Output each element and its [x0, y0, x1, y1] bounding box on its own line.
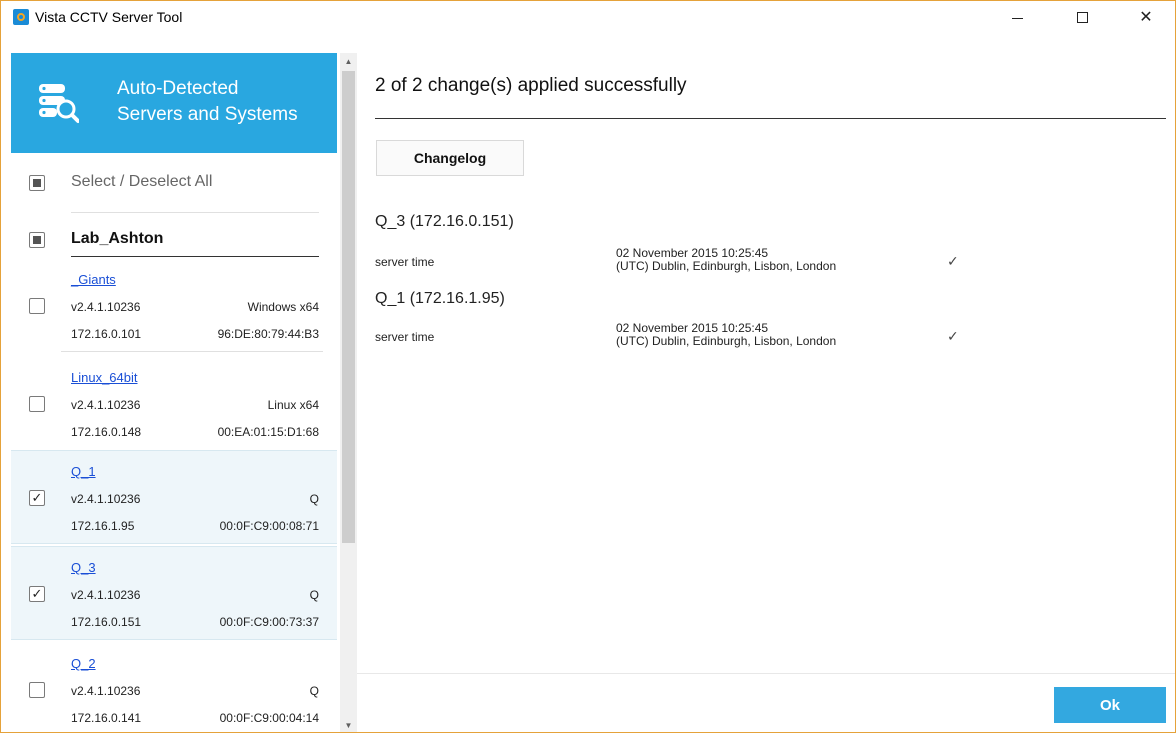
- server-ip: 172.16.0.148: [71, 425, 142, 439]
- server-list-panel: Auto-Detected Servers and Systems Select…: [11, 53, 337, 732]
- sidebar-scrollbar[interactable]: ▲ ▼: [340, 53, 357, 732]
- server-os: Linux x64: [267, 398, 319, 412]
- server-checkbox[interactable]: [29, 682, 45, 698]
- server-name-link[interactable]: Q_3: [71, 560, 96, 575]
- change-server-heading: Q_3 (172.16.0.151): [375, 213, 514, 230]
- server-os: Q: [309, 492, 319, 506]
- server-os: Q: [309, 684, 319, 698]
- server-version: v2.4.1.10236: [71, 300, 141, 314]
- close-button[interactable]: ✕: [1123, 1, 1169, 33]
- server-os: Windows x64: [247, 300, 319, 314]
- server-version: v2.4.1.10236: [71, 398, 141, 412]
- server-checkbox[interactable]: ✓: [29, 586, 45, 602]
- server-ip: 172.16.1.95: [71, 519, 135, 533]
- success-check-icon: ✓: [947, 253, 959, 269]
- close-icon: ✕: [1139, 9, 1153, 26]
- changelog-button[interactable]: Changelog: [376, 140, 524, 176]
- group-divider: [71, 256, 319, 257]
- change-value-timezone: (UTC) Dublin, Edinburgh, Lisbon, London: [616, 334, 837, 348]
- success-check-icon: ✓: [947, 328, 959, 344]
- app-window: Vista CCTV Server Tool ✕ Auto-Detected S…: [0, 0, 1176, 733]
- server-mac: 00:0F:C9:00:73:37: [219, 615, 319, 629]
- panel-header: Auto-Detected Servers and Systems: [11, 53, 337, 153]
- change-value-timezone: (UTC) Dublin, Edinburgh, Lisbon, London: [616, 259, 837, 273]
- server-name-link[interactable]: Q_2: [71, 656, 96, 671]
- checkmark-icon: ✓: [31, 586, 43, 601]
- scroll-down-icon[interactable]: ▼: [340, 717, 357, 732]
- server-item-giants[interactable]: _Giants v2.4.1.10236 Windows x64 172.16.…: [11, 261, 337, 355]
- server-name-link[interactable]: _Giants: [71, 272, 116, 287]
- minimize-icon: [1011, 17, 1023, 19]
- server-checkbox[interactable]: [29, 396, 45, 412]
- server-version: v2.4.1.10236: [71, 588, 141, 602]
- scroll-thumb[interactable]: [342, 71, 355, 543]
- minimize-button[interactable]: [994, 1, 1040, 33]
- change-key: server time: [375, 255, 435, 269]
- server-ip: 172.16.0.101: [71, 327, 142, 341]
- select-all-checkbox[interactable]: [29, 175, 45, 191]
- server-mac: 00:EA:01:15:D1:68: [217, 425, 319, 439]
- server-name-link[interactable]: Linux_64bit: [71, 370, 138, 385]
- divider: [61, 351, 323, 352]
- server-mac: 96:DE:80:79:44:B3: [217, 327, 319, 341]
- server-mac: 00:0F:C9:00:08:71: [219, 519, 319, 533]
- server-item-q2[interactable]: Q_2 v2.4.1.10236 Q 172.16.0.141 00:0F:C9…: [11, 645, 337, 732]
- checkmark-icon: ✓: [31, 490, 43, 505]
- server-item-linux-64bit[interactable]: Linux_64bit v2.4.1.10236 Linux x64 172.1…: [11, 357, 337, 451]
- group-title: Lab_Ashton: [71, 230, 164, 247]
- server-ip: 172.16.0.151: [71, 615, 142, 629]
- group-checkbox[interactable]: [29, 232, 45, 248]
- title-divider: [375, 118, 1166, 119]
- server-search-icon: [39, 84, 79, 123]
- panel-header-title: Auto-Detected Servers and Systems: [117, 76, 298, 128]
- scroll-up-icon[interactable]: ▲: [340, 53, 357, 70]
- server-os: Q: [309, 588, 319, 602]
- change-value: 02 November 2015 10:25:45 (UTC) Dublin, …: [616, 247, 836, 273]
- window-title: Vista CCTV Server Tool: [35, 9, 183, 25]
- server-item-q3[interactable]: Q_3 ✓ v2.4.1.10236 Q 172.16.0.151 00:0F:…: [11, 546, 337, 640]
- server-item-q1[interactable]: Q_1 ✓ v2.4.1.10236 Q 172.16.1.95 00:0F:C…: [11, 450, 337, 544]
- maximize-button[interactable]: [1059, 1, 1105, 33]
- footer-divider: [357, 673, 1175, 674]
- app-logo-icon: [13, 9, 29, 25]
- select-all-label[interactable]: Select / Deselect All: [71, 173, 212, 191]
- change-value: 02 November 2015 10:25:45 (UTC) Dublin, …: [616, 322, 836, 348]
- server-mac: 00:0F:C9:00:04:14: [219, 711, 319, 725]
- change-key: server time: [375, 330, 435, 344]
- panel-header-line1: Auto-Detected: [117, 78, 239, 99]
- change-server-heading: Q_1 (172.16.1.95): [375, 290, 505, 307]
- server-checkbox[interactable]: ✓: [29, 490, 45, 506]
- title-bar: Vista CCTV Server Tool ✕: [1, 1, 1175, 33]
- server-name-link[interactable]: Q_1: [71, 464, 96, 479]
- status-title: 2 of 2 change(s) applied successfully: [375, 75, 687, 96]
- server-version: v2.4.1.10236: [71, 684, 141, 698]
- ok-button[interactable]: Ok: [1054, 687, 1166, 723]
- maximize-icon: [1076, 11, 1088, 23]
- server-ip: 172.16.0.141: [71, 711, 142, 725]
- server-checkbox[interactable]: [29, 298, 45, 314]
- panel-header-line2: Servers and Systems: [117, 104, 298, 125]
- server-version: v2.4.1.10236: [71, 492, 141, 506]
- divider: [71, 212, 319, 213]
